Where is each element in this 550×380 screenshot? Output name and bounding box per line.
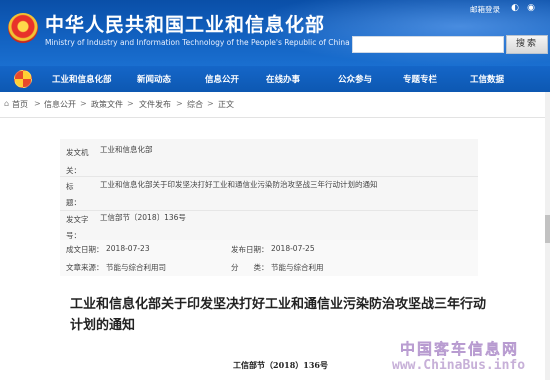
title-label: 标 题： <box>66 182 89 207</box>
divider <box>0 117 550 118</box>
meta-divider <box>60 176 478 177</box>
main-nav: 工业和信息化部 新闻动态 信息公开 在线办事 公众参与 专题专栏 工信数据 <box>0 66 550 92</box>
article-title: 工业和信息化部关于印发坚决打好工业和通信业污染防治攻坚战三年行动计划的通知 <box>70 297 487 333</box>
site-header: 中华人民共和国工业和信息化部 Ministry of Industry and … <box>0 0 550 66</box>
breadcrumb-current: 正文 <box>218 100 234 109</box>
docno-value: 工信部节〔2018〕136号 <box>100 213 186 222</box>
watermark-cn: 中国客车信息网 <box>400 340 520 358</box>
breadcrumb-home[interactable]: 首页 <box>12 99 28 110</box>
breadcrumb-separator: > <box>207 99 214 108</box>
breadcrumb-separator: > <box>80 99 87 108</box>
ministry-logo-icon[interactable] <box>14 70 32 88</box>
created-date-value: 2018-07-23 <box>106 244 150 253</box>
published-date-value: 2018-07-25 <box>271 244 315 253</box>
breadcrumb-info-disclosure[interactable]: 信息公开 <box>44 99 76 110</box>
scrollbar-thumb[interactable] <box>545 215 550 243</box>
article-doc-number: 工信部节（2018）136号 <box>233 360 328 370</box>
category-value: 节能与综合利用 <box>271 263 324 272</box>
nav-item-public-participation[interactable]: 公众参与 <box>338 73 372 85</box>
nav-item-news[interactable]: 新闻动态 <box>137 73 171 85</box>
breadcrumb-policy-docs[interactable]: 政策文件 <box>91 99 123 110</box>
breadcrumb-general[interactable]: 综合 <box>187 99 203 110</box>
breadcrumb-doc-release[interactable]: 文件发布 <box>139 99 171 110</box>
nav-item-data[interactable]: 工信数据 <box>470 73 504 85</box>
issuer-label: 发文机关： <box>66 148 89 175</box>
accessibility-icon[interactable]: ◐ <box>509 3 521 14</box>
breadcrumb: ⌂ 首页 > 信息公开 > 政策文件 > 文件发布 > 综合 > 正文 <box>0 92 550 116</box>
nav-item-special-topics[interactable]: 专题专栏 <box>403 73 437 85</box>
site-title[interactable]: 中华人民共和国工业和信息化部 <box>45 10 325 37</box>
search-button[interactable]: 搜索 <box>506 35 548 54</box>
watermark: 中国客车信息网 www.ChinaBus.info <box>388 338 548 378</box>
source-label: 文章来源： <box>66 263 104 272</box>
created-date-label: 成文日期： <box>66 245 104 254</box>
search-input[interactable] <box>352 36 504 53</box>
meta-divider <box>60 210 478 211</box>
breadcrumb-separator: > <box>176 99 183 108</box>
breadcrumb-separator: > <box>127 99 134 108</box>
nav-item-ministry[interactable]: 工业和信息化部 <box>52 73 112 85</box>
mail-login-link[interactable]: 邮箱登录 <box>470 4 500 15</box>
home-icon[interactable]: ⌂ <box>4 100 12 108</box>
title-value: 工业和信息化部关于印发坚决打好工业和通信业污染防治攻坚战三年行动计划的通知 <box>100 180 378 189</box>
category-label: 分 类： <box>231 263 269 272</box>
breadcrumb-separator: > <box>34 99 41 108</box>
nav-item-info-disclosure[interactable]: 信息公开 <box>205 73 239 85</box>
rss-icon[interactable]: ◉ <box>525 3 537 14</box>
nav-item-online-services[interactable]: 在线办事 <box>266 73 300 85</box>
published-date-label: 发布日期： <box>231 245 269 254</box>
issuer-value: 工业和信息化部 <box>100 145 153 154</box>
national-emblem-icon[interactable] <box>8 13 38 43</box>
document-meta-dates: 成文日期： 2018-07-23 发布日期： 2018-07-25 文章来源： … <box>60 240 478 276</box>
site-subtitle: Ministry of Industry and Information Tec… <box>45 38 350 47</box>
source-value: 节能与综合利用司 <box>106 263 166 272</box>
watermark-en: www.ChinaBus.info <box>392 358 526 373</box>
